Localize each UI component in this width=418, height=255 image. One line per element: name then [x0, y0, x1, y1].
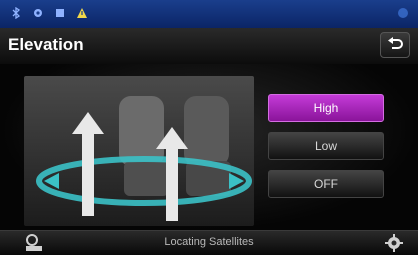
wifi-icon — [56, 9, 64, 17]
title-bar: Elevation — [0, 28, 418, 65]
off-button[interactable]: OFF — [268, 170, 384, 198]
main-panel: High Low OFF — [0, 64, 418, 230]
bottom-bar: Locating Satellites — [0, 230, 418, 255]
status-message: Locating Satellites — [164, 236, 254, 248]
status-right — [398, 8, 408, 18]
back-arrow-icon — [388, 37, 403, 49]
elevation-options: High Low OFF — [268, 94, 384, 208]
page-title: Elevation — [8, 35, 84, 54]
seat-elevation-illustration — [24, 76, 254, 226]
signal-icon — [398, 8, 408, 18]
high-button[interactable]: High — [268, 94, 384, 122]
gear-icon[interactable] — [382, 233, 406, 253]
status-bar — [0, 0, 418, 28]
status-icons — [10, 7, 88, 19]
low-button[interactable]: Low — [268, 132, 384, 160]
warning-icon — [77, 8, 87, 18]
bluetooth-icon — [12, 7, 21, 19]
back-button[interactable] — [380, 32, 410, 58]
settings-icon — [34, 9, 42, 17]
